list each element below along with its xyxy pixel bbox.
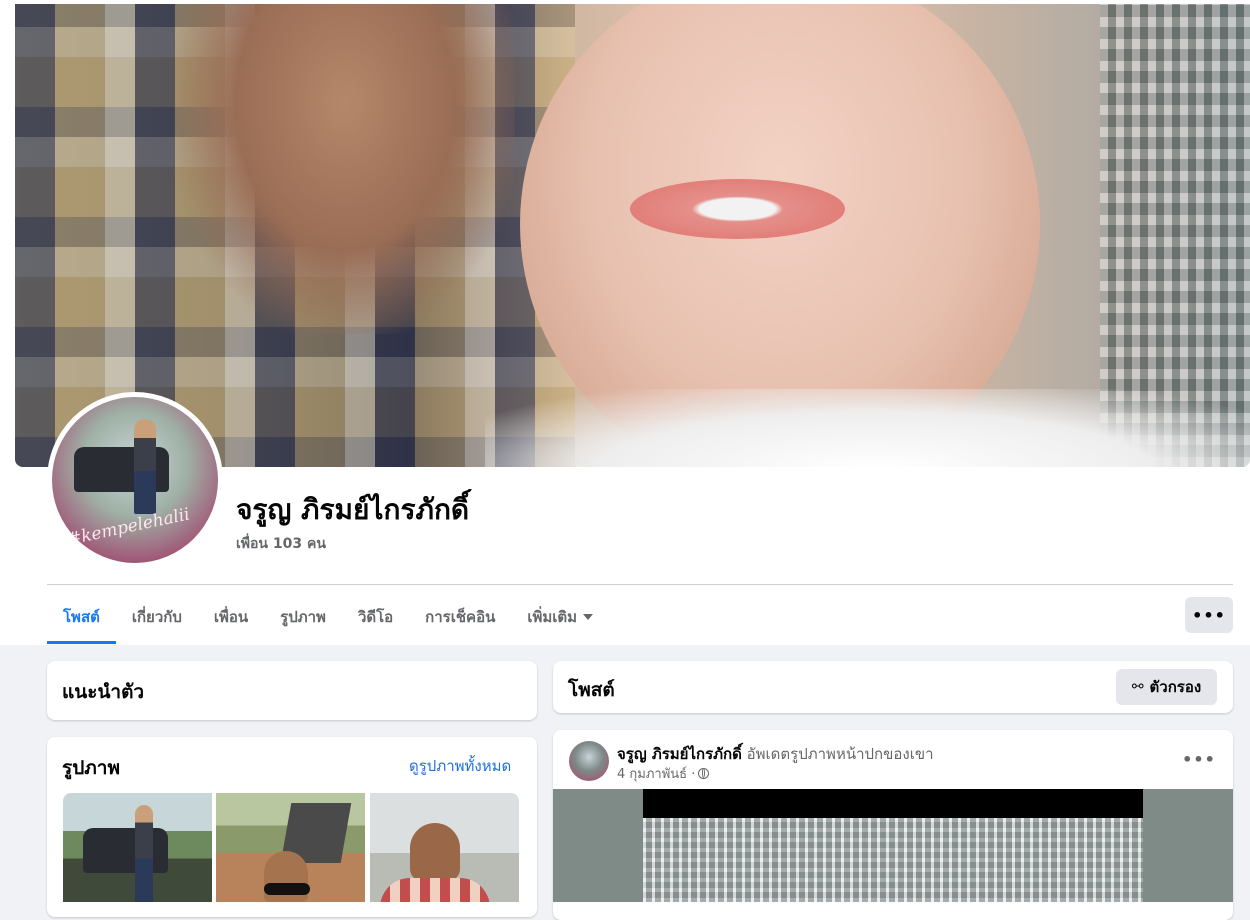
post-action-text: อัพเดตรูปภาพหน้าปกของเขา — [746, 745, 934, 763]
tab-photos[interactable]: รูปภาพ — [264, 592, 342, 641]
tab-friends[interactable]: เพื่อน — [198, 592, 264, 641]
photo-person — [135, 805, 153, 902]
post-author-avatar[interactable] — [569, 741, 609, 781]
filter-label: ตัวกรอง — [1149, 678, 1202, 696]
post-image[interactable] — [553, 789, 1233, 902]
tab-more-label: เพิ่มเติม — [527, 607, 578, 626]
cover-lace-collar — [485, 389, 1250, 467]
globe-icon — [698, 768, 710, 779]
profile-header: #kempelehalii จรูญ ภิรมย์ไกรภักดิ์ เพื่อ… — [0, 0, 1250, 645]
intro-title: แนะนำตัว — [62, 681, 145, 703]
cover-photo[interactable] — [15, 4, 1250, 467]
post-meta: 4 กุมภาพันธ์ · — [617, 763, 710, 784]
post-image-black-bar — [643, 789, 1143, 818]
tab-checkins[interactable]: การเช็คอิน — [409, 592, 511, 641]
filter-sliders-icon: ⚯ — [1131, 679, 1144, 695]
tab-more[interactable]: เพิ่มเติม — [511, 592, 609, 641]
intro-card: แนะนำตัว — [47, 661, 537, 720]
cover-person-left — [175, 4, 515, 334]
tab-videos[interactable]: วิดีโอ — [342, 592, 409, 641]
profile-tabs: โพสต์ เกี่ยวกับ เพื่อน รูปภาพ วิดีโอ การ… — [47, 592, 609, 644]
see-all-photos-link[interactable]: ดูรูปภาพทั้งหมด — [409, 754, 511, 778]
filter-button[interactable]: ⚯ ตัวกรอง — [1116, 669, 1217, 705]
photo-shirt — [380, 878, 490, 902]
photo-thumbnail-3[interactable] — [370, 793, 519, 902]
post-author-name[interactable]: จรูญ ภิรมย์ไกรภักดิ์ — [617, 745, 742, 763]
photo-person — [410, 823, 460, 881]
photo-sunglasses — [264, 883, 310, 895]
photos-title: รูปภาพ — [62, 757, 120, 779]
photo-car — [83, 828, 168, 873]
post-image-crystal-wall — [643, 818, 1143, 902]
profile-avatar[interactable]: #kempelehalii — [52, 397, 218, 563]
profile-name: จรูญ ภิรมย์ไกรภักดิ์ — [236, 493, 470, 526]
header-divider — [47, 584, 1233, 585]
photo-thumbnail-1[interactable] — [63, 793, 212, 902]
posts-title: โพสต์ — [568, 679, 615, 701]
friends-count[interactable]: เพื่อน 103 คน — [236, 533, 326, 555]
tab-about[interactable]: เกี่ยวกับ — [116, 592, 198, 641]
profile-more-button[interactable]: ••• — [1185, 597, 1233, 633]
tab-posts[interactable]: โพสต์ — [47, 592, 116, 644]
avatar-person — [134, 419, 156, 514]
cover-smile — [630, 179, 845, 239]
post-more-button[interactable]: ••• — [1182, 745, 1215, 773]
caret-down-icon — [583, 613, 594, 620]
photo-thumbnail-2[interactable] — [216, 793, 365, 902]
post-date[interactable]: 4 กุมภาพันธ์ · — [617, 763, 695, 784]
